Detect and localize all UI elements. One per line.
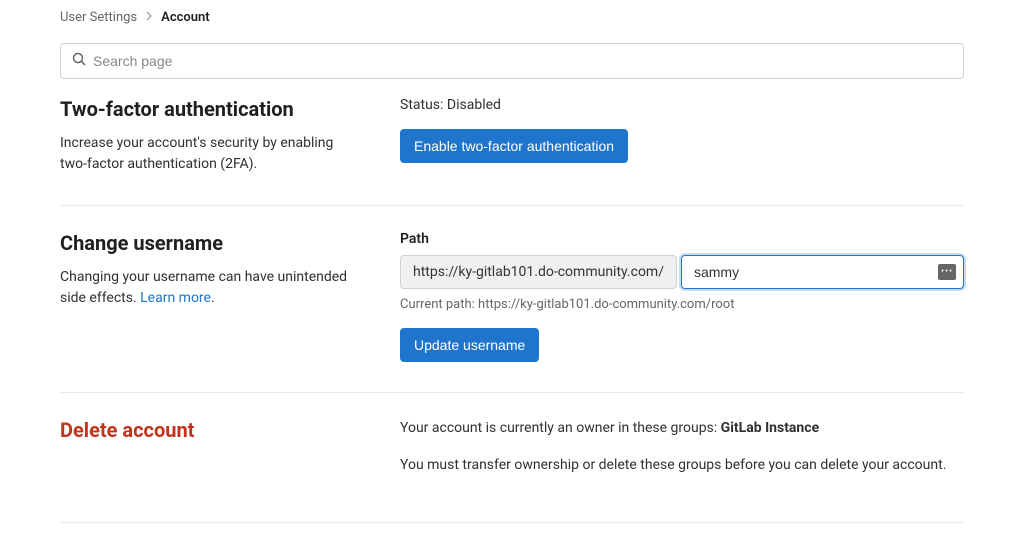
breadcrumb-parent[interactable]: User Settings bbox=[60, 10, 137, 25]
change-username-desc-post: . bbox=[211, 290, 215, 306]
path-prefix: https://ky-gitlab101.do-community.com/ bbox=[400, 255, 677, 289]
change-username-description: Changing your username can have unintend… bbox=[60, 267, 360, 309]
change-username-heading: Change username bbox=[60, 231, 360, 255]
two-factor-status-value: Disabled bbox=[447, 97, 501, 113]
search-page-field bbox=[60, 43, 964, 79]
delete-transfer-message: You must transfer ownership or delete th… bbox=[400, 455, 964, 476]
current-path-hint: Current path: https://ky-gitlab101.do-co… bbox=[400, 297, 964, 312]
two-factor-section: Two-factor authentication Increase your … bbox=[60, 97, 964, 206]
ellipsis-icon[interactable]: ••• bbox=[938, 264, 956, 280]
delete-owner-message: Your account is currently an owner in th… bbox=[400, 418, 964, 439]
owner-group-name: GitLab Instance bbox=[721, 420, 819, 436]
update-username-button[interactable]: Update username bbox=[400, 328, 539, 362]
learn-more-link[interactable]: Learn more bbox=[140, 290, 211, 306]
username-input[interactable] bbox=[681, 255, 964, 289]
two-factor-status: Status: Disabled bbox=[400, 97, 964, 113]
search-input[interactable] bbox=[60, 43, 964, 79]
breadcrumb-current: Account bbox=[161, 10, 209, 25]
current-path-value: https://ky-gitlab101.do-community.com/ro… bbox=[478, 297, 734, 312]
path-input-row: https://ky-gitlab101.do-community.com/ •… bbox=[400, 255, 964, 289]
current-path-label: Current path: bbox=[400, 297, 475, 312]
two-factor-description: Increase your account's security by enab… bbox=[60, 133, 360, 175]
path-label: Path bbox=[400, 231, 964, 247]
two-factor-heading: Two-factor authentication bbox=[60, 97, 360, 121]
search-icon bbox=[72, 52, 86, 70]
delete-account-section: Delete account Your account is currently… bbox=[60, 418, 964, 523]
breadcrumb: User Settings Account bbox=[60, 10, 964, 25]
chevron-right-icon bbox=[145, 12, 153, 23]
delete-account-heading: Delete account bbox=[60, 418, 360, 442]
two-factor-status-label: Status: bbox=[400, 97, 443, 113]
change-username-section: Change username Changing your username c… bbox=[60, 231, 964, 393]
delete-owner-pre: Your account is currently an owner in th… bbox=[400, 420, 721, 436]
enable-2fa-button[interactable]: Enable two-factor authentication bbox=[400, 129, 628, 163]
